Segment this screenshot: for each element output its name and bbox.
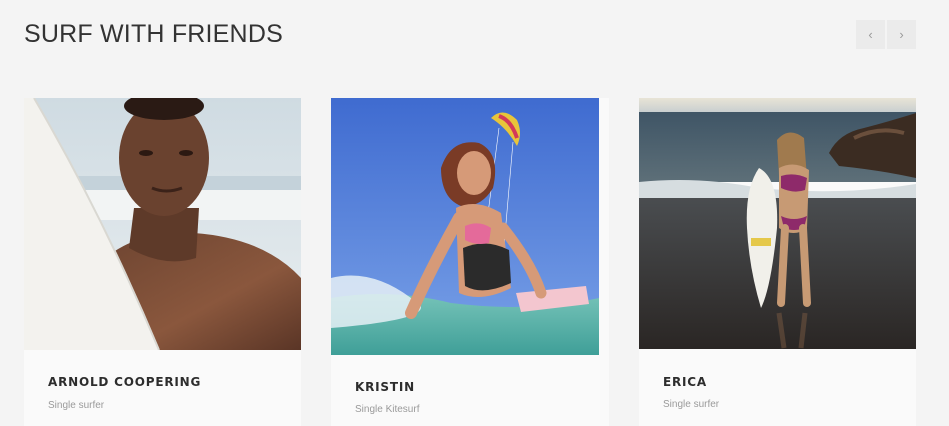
friend-photo [24, 98, 301, 350]
next-button[interactable]: › [887, 20, 916, 49]
prev-button[interactable]: ‹ [856, 20, 885, 49]
friend-card[interactable]: KRISTIN Single Kitesurf [331, 98, 609, 426]
friend-role: Single surfer [663, 399, 720, 410]
friend-name: ERICA [663, 375, 707, 389]
friend-name: KRISTIN [355, 380, 415, 394]
friend-role: Single Kitesurf [355, 404, 420, 415]
friend-role: Single surfer [48, 400, 105, 411]
friend-photo [639, 98, 916, 349]
friend-card[interactable]: ARNOLD COOPERING Single surfer [24, 98, 301, 426]
friend-card[interactable]: ERICA Single surfer [639, 98, 916, 426]
section-title: SURF WITH FRIENDS [24, 20, 283, 48]
chevron-left-icon: ‹ [868, 27, 873, 42]
friend-photo [331, 98, 599, 355]
chevron-right-icon: › [899, 27, 904, 42]
friend-name: ARNOLD COOPERING [48, 375, 202, 389]
carousel-nav: ‹ › [856, 20, 916, 49]
